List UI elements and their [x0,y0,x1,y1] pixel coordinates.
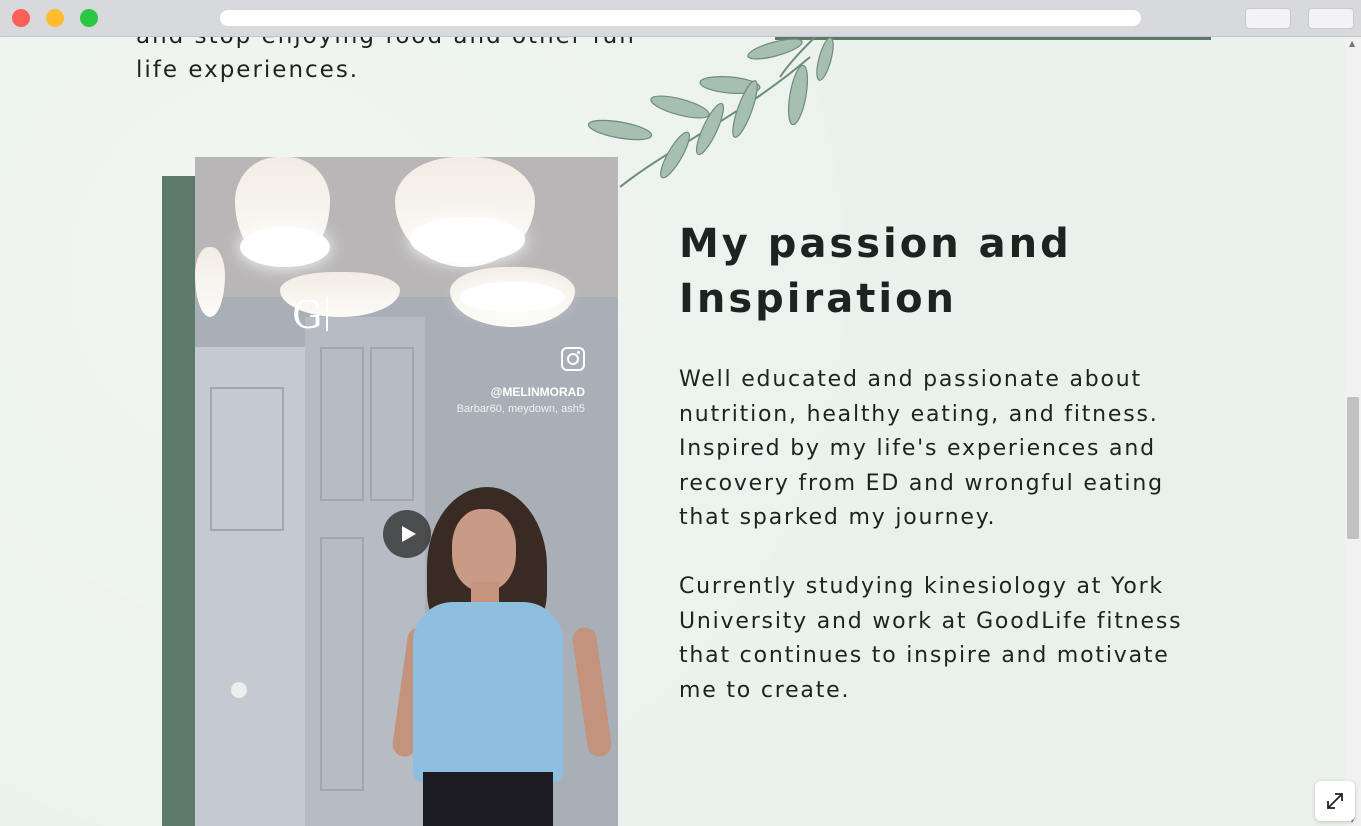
person-top [413,602,563,782]
expand-button[interactable] [1315,781,1355,821]
door-panel [210,387,284,531]
bulb [460,282,565,312]
paragraph-education: Well educated and passionate about nutri… [679,367,1164,530]
leaf-branch-icon [587,37,834,188]
address-bar[interactable] [220,10,1141,26]
video-tags: Barbar60, meydown, ash5 [456,403,585,415]
bulb [410,217,525,262]
door-panel [320,347,364,501]
video-player[interactable]: G @MELINMORAD Barbar60, meydown, ash5 [195,157,618,826]
scroll-up-arrow-icon[interactable]: ▲ [1349,39,1355,48]
section-heading: My passion and Inspiration [679,221,1072,322]
browser-toolbar [0,0,1361,37]
bulb [240,227,330,267]
door-panel [370,347,414,501]
page-content: and stop enjoying food and other fun lif… [0,37,1345,826]
instagram-icon [561,347,585,371]
play-button[interactable] [383,510,431,558]
minimize-window-button[interactable] [46,9,64,27]
door-panel [320,537,364,791]
video-logo: G [292,293,323,337]
doorknob [231,682,247,698]
person-face [452,509,516,591]
paragraph-current-study: Currently studying kinesiology at York U… [679,574,1183,703]
previous-section-text: and stop enjoying food and other fun lif… [136,37,634,83]
text-cursor [326,297,328,331]
page-scrollbar[interactable]: ▲ ▼ [1345,37,1361,826]
zoom-window-button[interactable] [80,9,98,27]
person-skirt [423,772,553,826]
toolbar-button-1[interactable] [1245,8,1291,29]
close-window-button[interactable] [12,9,30,27]
expand-icon [1327,793,1343,809]
scrollbar-thumb[interactable] [1347,397,1359,539]
video-handle: @MELINMORAD [490,385,585,399]
toolbar-button-2[interactable] [1308,8,1354,29]
